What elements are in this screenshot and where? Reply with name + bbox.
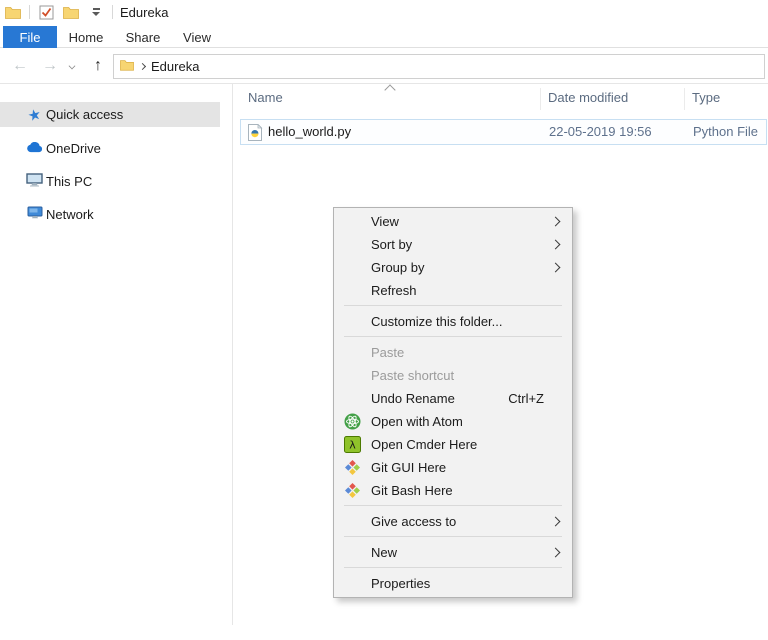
submenu-arrow-icon (551, 217, 561, 227)
sidebar-item-label: Network (46, 207, 94, 222)
menu-separator (344, 305, 562, 306)
menu-item-label: Open Cmder Here (371, 437, 477, 452)
menu-item-group-by[interactable]: Group by (334, 256, 572, 279)
menu-item-git-bash-here[interactable]: Git Bash Here (334, 479, 572, 502)
cmder-icon: λ (344, 436, 361, 453)
sidebar-item-quick-access[interactable]: ★ Quick access (0, 102, 220, 127)
recent-locations-chevron-icon[interactable] (64, 48, 80, 84)
breadcrumb-location[interactable]: Edureka (151, 59, 199, 74)
git-icon (344, 459, 361, 476)
menu-item-label: Properties (371, 576, 430, 591)
navigation-bar: ← → ↑ Edureka (0, 48, 768, 84)
menu-item-new[interactable]: New (334, 541, 572, 564)
menu-item-label: Paste (371, 345, 404, 360)
qat-properties-checkbox-icon[interactable] (37, 3, 55, 21)
back-icon[interactable]: ← (8, 48, 32, 84)
column-header-date-modified[interactable]: Date modified (548, 90, 628, 105)
sidebar-item-label: This PC (46, 174, 92, 189)
menu-item-sort-by[interactable]: Sort by (334, 233, 572, 256)
menu-item-shortcut: Ctrl+Z (508, 387, 544, 410)
column-header-type[interactable]: Type (692, 90, 720, 105)
menu-item-label: Group by (371, 260, 424, 275)
menu-item-label: View (371, 214, 399, 229)
up-icon[interactable]: ↑ (86, 48, 110, 84)
menu-item-view[interactable]: View (334, 210, 572, 233)
submenu-arrow-icon (551, 548, 561, 558)
context-menu: View Sort by Group by Refresh Customize … (333, 207, 573, 598)
file-type: Python File (693, 120, 758, 144)
menu-item-properties[interactable]: Properties (334, 572, 572, 595)
tab-share[interactable]: Share (115, 26, 171, 48)
menu-item-label: Give access to (371, 514, 456, 529)
git-icon (344, 482, 361, 499)
address-bar[interactable]: Edureka (113, 54, 765, 79)
menu-item-label: New (371, 545, 397, 560)
forward-icon[interactable]: → (38, 48, 62, 84)
tab-file[interactable]: File (3, 26, 57, 48)
menu-separator (344, 536, 562, 537)
menu-item-label: Refresh (371, 283, 417, 298)
svg-text:λ: λ (349, 439, 356, 452)
network-icon (26, 206, 43, 223)
window-title: Edureka (120, 5, 168, 20)
column-separator[interactable] (540, 88, 541, 110)
menu-item-label: Git GUI Here (371, 460, 446, 475)
menu-item-label: Git Bash Here (371, 483, 453, 498)
submenu-arrow-icon (551, 263, 561, 273)
tab-home[interactable]: Home (57, 26, 115, 48)
sort-ascending-icon (384, 84, 395, 95)
sidebar-divider (232, 84, 233, 625)
submenu-arrow-icon (551, 240, 561, 250)
file-date-modified: 22-05-2019 19:56 (549, 120, 652, 144)
file-name: hello_world.py (268, 120, 351, 144)
column-separator[interactable] (684, 88, 685, 110)
menu-item-paste: Paste (334, 341, 572, 364)
menu-item-customize-this-folder[interactable]: Customize this folder... (334, 310, 572, 333)
breadcrumb-chevron-icon (139, 63, 146, 70)
sidebar-item-this-pc[interactable]: This PC (0, 169, 220, 194)
menu-separator (344, 567, 562, 568)
column-header-name[interactable]: Name (248, 90, 283, 105)
explorer-app-folder-icon (4, 3, 22, 21)
menu-separator (344, 336, 562, 337)
sidebar-item-label: OneDrive (46, 141, 101, 156)
menu-item-paste-shortcut: Paste shortcut (334, 364, 572, 387)
menu-separator (344, 505, 562, 506)
pin-star-icon: ★ (24, 104, 45, 126)
sidebar-item-onedrive[interactable]: OneDrive (0, 136, 220, 161)
this-pc-icon (26, 173, 43, 190)
menu-item-undo-rename[interactable]: Undo Rename Ctrl+Z (334, 387, 572, 410)
title-bar: Edureka (0, 0, 768, 26)
menu-item-label: Sort by (371, 237, 412, 252)
menu-item-give-access-to[interactable]: Give access to (334, 510, 572, 533)
menu-item-label: Open with Atom (371, 414, 463, 429)
onedrive-cloud-icon (26, 141, 43, 156)
menu-item-git-gui-here[interactable]: Git GUI Here (334, 456, 572, 479)
python-file-icon (247, 124, 263, 146)
qat-separator (29, 5, 30, 19)
menu-item-open-with-atom[interactable]: Open with Atom (334, 410, 572, 433)
menu-item-label: Undo Rename (371, 391, 455, 406)
submenu-arrow-icon (551, 517, 561, 527)
menu-item-label: Paste shortcut (371, 368, 454, 383)
qat-customize-dropdown-icon[interactable] (87, 3, 105, 21)
sidebar-item-label: Quick access (46, 107, 123, 122)
qat-new-folder-icon[interactable] (62, 3, 80, 21)
atom-icon (344, 413, 361, 430)
menu-item-refresh[interactable]: Refresh (334, 279, 572, 302)
ribbon-tab-bar: File Home Share View (0, 26, 768, 48)
file-row-hello-world[interactable]: hello_world.py 22-05-2019 19:56 Python F… (240, 119, 767, 145)
tab-view[interactable]: View (171, 26, 223, 48)
address-folder-icon (120, 58, 134, 76)
sidebar-item-network[interactable]: Network (0, 202, 220, 227)
menu-item-open-cmder-here[interactable]: λ Open Cmder Here (334, 433, 572, 456)
menu-item-label: Customize this folder... (371, 314, 503, 329)
qat-separator (112, 5, 113, 19)
